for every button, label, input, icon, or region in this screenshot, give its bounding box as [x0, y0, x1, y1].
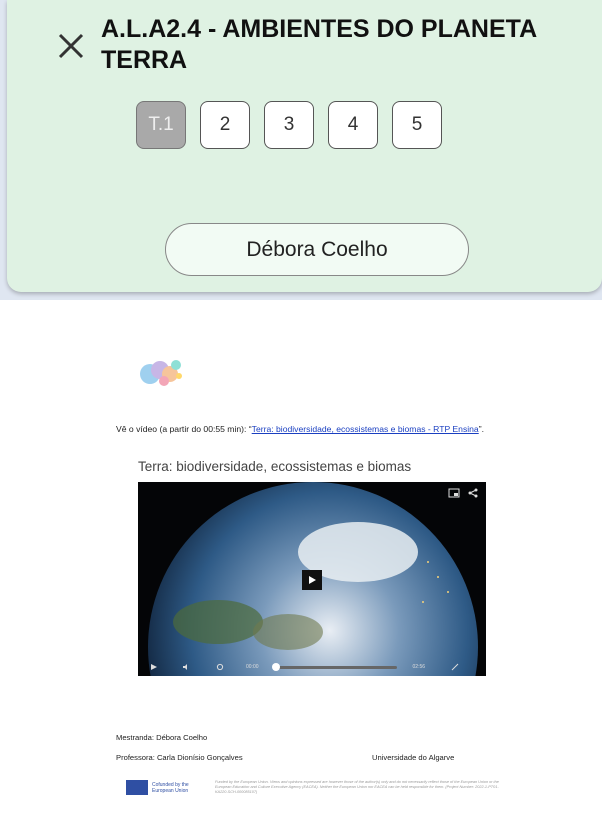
page-title: A.L.A2.4 - AMBIENTES DO PLANETA TERRA	[101, 15, 537, 74]
video-top-icons	[448, 488, 478, 498]
play-icon	[309, 576, 316, 584]
time-total: 02:56	[412, 664, 426, 670]
picture-in-picture-icon[interactable]	[448, 488, 460, 498]
time-current: 00:00	[246, 664, 259, 670]
tab-3[interactable]: 3	[264, 101, 314, 149]
eu-flag-icon	[126, 780, 148, 795]
header-panel: A.L.A2.4 - AMBIENTES DO PLANETA TERRA T.…	[7, 0, 602, 292]
project-logo-icon	[140, 360, 182, 386]
tab-4[interactable]: 4	[328, 101, 378, 149]
share-icon[interactable]	[468, 488, 478, 498]
student-line: Mestranda: Débora Coelho	[116, 733, 208, 742]
tab-2[interactable]: 2	[200, 101, 250, 149]
fullscreen-icon[interactable]	[451, 663, 459, 671]
progress-handle[interactable]	[271, 662, 280, 671]
progress-bar[interactable]	[271, 662, 397, 671]
play-small-icon[interactable]	[150, 663, 158, 671]
video-link[interactable]: Terra: biodiversidade, ecossistemas e bi…	[252, 424, 479, 434]
video-player[interactable]: 00:00 02:56	[138, 482, 486, 676]
eu-logo-text: Cofunded by the European Union	[152, 781, 189, 794]
close-icon[interactable]	[55, 30, 87, 62]
eu-logo: Cofunded by the European Union	[126, 780, 192, 795]
student-name-button[interactable]: Débora Coelho	[165, 223, 469, 276]
university-line: Universidade do Algarve	[372, 753, 455, 762]
teacher-line: Professora: Carla Dionísio Gonçalves	[116, 753, 243, 762]
tab-bar: T.1 2 3 4 5	[136, 101, 442, 149]
video-controls: 00:00 02:56	[138, 658, 486, 676]
intro-prefix: Vê o vídeo (a partir do 00:55 min): “	[116, 424, 252, 434]
document-page: Vê o vídeo (a partir do 00:55 min): “Ter…	[0, 300, 602, 822]
tab-1[interactable]: T.1	[136, 101, 186, 149]
play-button[interactable]	[302, 570, 322, 590]
video-title: Terra: biodiversidade, ecossistemas e bi…	[138, 459, 412, 474]
intro-suffix: ”.	[478, 424, 484, 434]
tab-5[interactable]: 5	[392, 101, 442, 149]
volume-icon[interactable]	[182, 663, 190, 671]
funding-disclaimer: Funded by the European Union. Views and …	[215, 780, 499, 794]
intro-text: Vê o vídeo (a partir do 00:55 min): “Ter…	[116, 423, 511, 435]
replay-icon[interactable]	[216, 663, 224, 671]
